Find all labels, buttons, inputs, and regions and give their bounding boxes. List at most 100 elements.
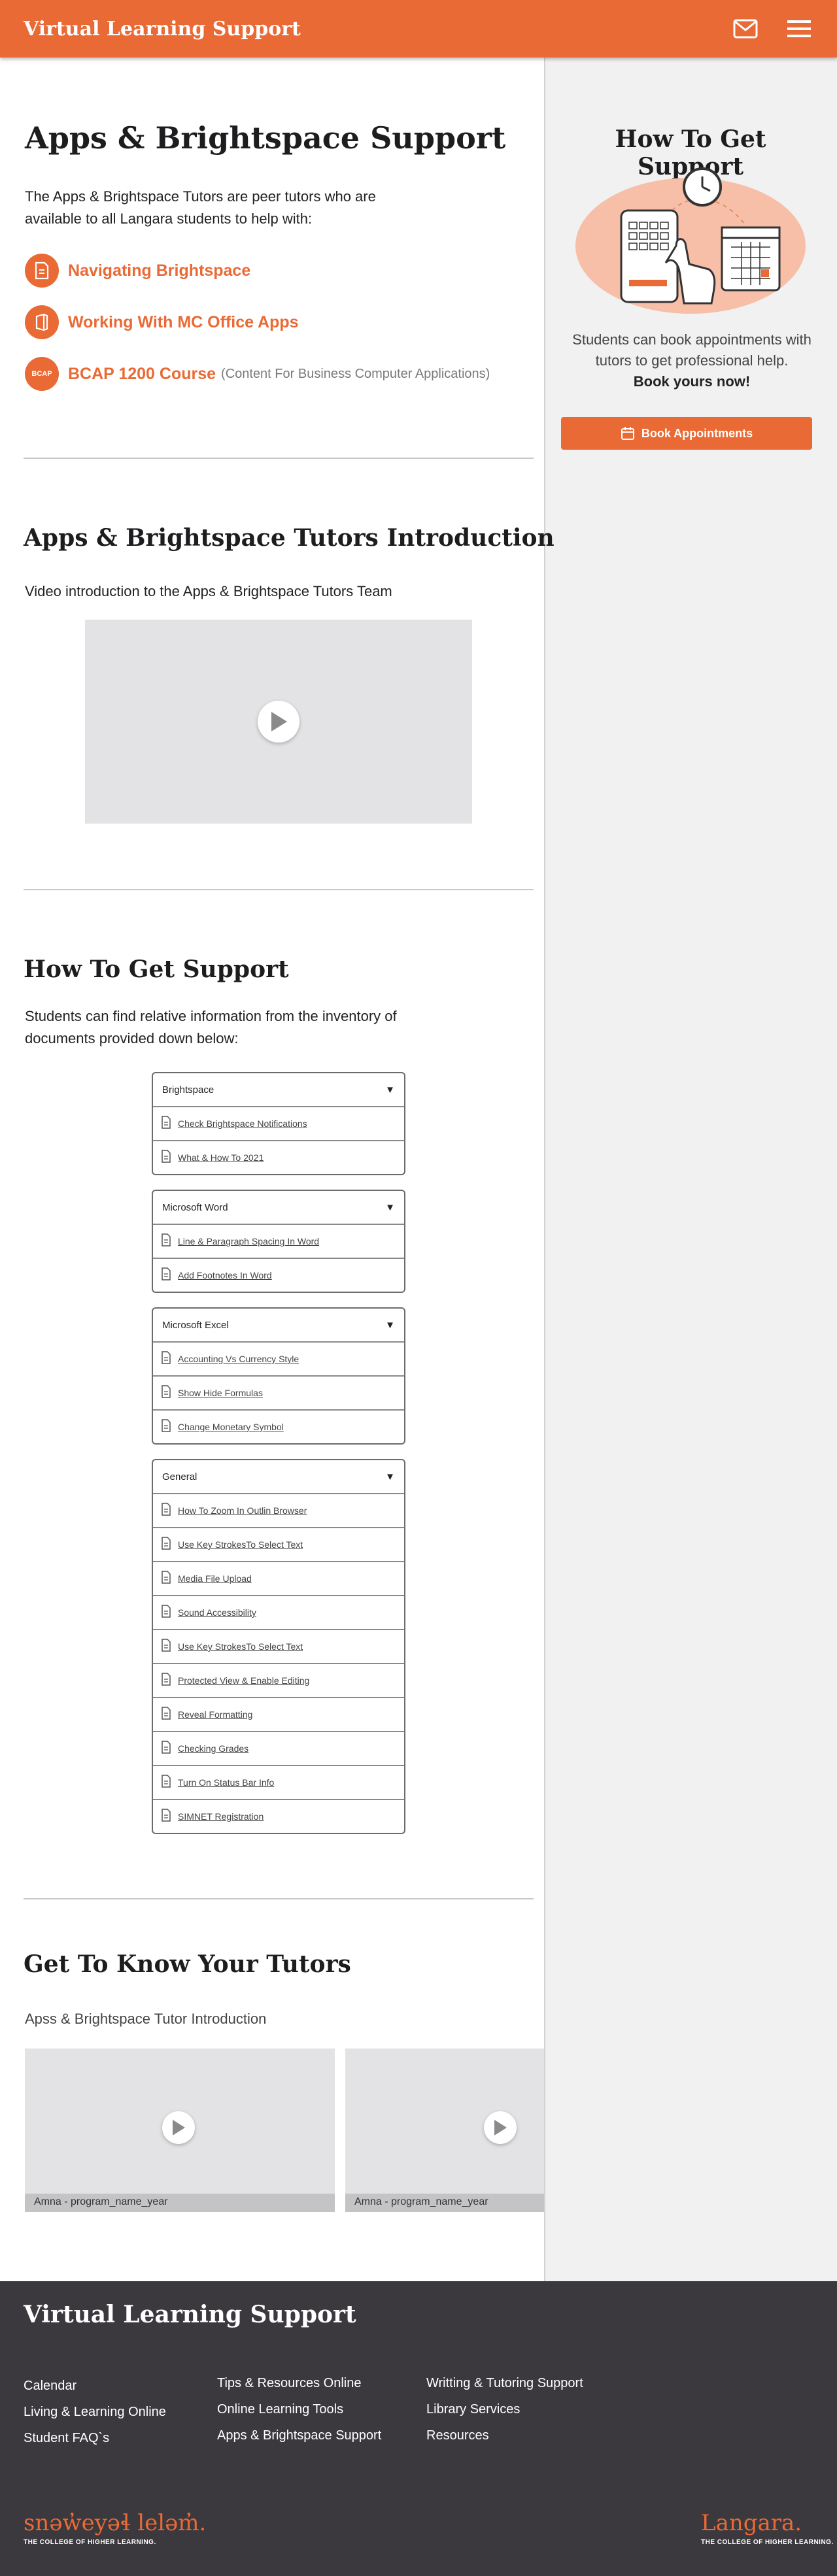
doc-link[interactable]: Reveal Formatting bbox=[153, 1697, 404, 1731]
sidebar-text-cta: Book yours now! bbox=[633, 373, 751, 390]
topic-label: Working With MC Office Apps bbox=[68, 312, 299, 331]
divider bbox=[24, 458, 534, 459]
footer-link[interactable]: Online Learning Tools bbox=[217, 2396, 381, 2422]
accordion-microsoft-excel: Microsoft Excel ▼ Accounting Vs Currency … bbox=[152, 1307, 405, 1445]
caret-down-icon: ▼ bbox=[385, 1084, 395, 1096]
document-icon bbox=[25, 254, 59, 288]
footer-link[interactable]: Library Services bbox=[426, 2396, 583, 2422]
file-icon bbox=[161, 1638, 171, 1655]
tutor-caption: Amna - program_name_year bbox=[25, 2194, 335, 2212]
topic-label: BCAP 1200 Course bbox=[68, 364, 216, 383]
accordion-header[interactable]: Microsoft Excel ▼ bbox=[153, 1309, 404, 1341]
caret-down-icon: ▼ bbox=[385, 1319, 395, 1331]
doc-link[interactable]: Protected View & Enable Editing bbox=[153, 1663, 404, 1697]
office-icon bbox=[25, 305, 59, 339]
footer-link[interactable]: Calendar bbox=[24, 2373, 166, 2399]
site-title[interactable]: Virtual Learning Support bbox=[24, 18, 706, 41]
snewayel-lelem-logo[interactable]: snəw̓eyəɬ leləm̓. THE COLLEGE OF HIGHER … bbox=[24, 2510, 206, 2546]
footer-column-2: Tips & Resources Online Online Learning … bbox=[217, 2370, 381, 2449]
file-icon bbox=[161, 1740, 171, 1757]
footer-column-1: Calendar Living & Learning Online Studen… bbox=[24, 2373, 166, 2451]
accordion-microsoft-word: Microsoft Word ▼ Line & Paragraph Spacing… bbox=[152, 1190, 405, 1293]
doc-link[interactable]: Line & Paragraph Spacing In Word bbox=[153, 1224, 404, 1258]
caret-down-icon: ▼ bbox=[385, 1471, 395, 1482]
tutors-subtitle: Apss & Brightspace Tutor Introduction bbox=[25, 2011, 267, 2027]
accordion-header[interactable]: Brightspace ▼ bbox=[153, 1073, 404, 1106]
doc-link[interactable]: Turn On Status Bar Info bbox=[153, 1765, 404, 1799]
book-appointments-button[interactable]: Book Appointments bbox=[561, 417, 812, 450]
doc-link[interactable]: Checking Grades bbox=[153, 1731, 404, 1765]
bcap-icon: BCAP bbox=[25, 357, 59, 391]
file-icon bbox=[161, 1774, 171, 1791]
divider bbox=[24, 889, 534, 890]
doc-link[interactable]: Use Key StrokesTo Select Text bbox=[153, 1629, 404, 1663]
support-text: Students can find relative information f… bbox=[25, 1008, 397, 1046]
file-icon bbox=[161, 1149, 171, 1166]
file-icon bbox=[161, 1418, 171, 1435]
play-icon[interactable] bbox=[484, 2111, 517, 2144]
doc-link[interactable]: Accounting Vs Currency Style bbox=[153, 1341, 404, 1375]
footer-link[interactable]: Writting & Tutoring Support bbox=[426, 2370, 583, 2396]
intro-video[interactable] bbox=[85, 620, 472, 824]
file-icon bbox=[161, 1808, 171, 1825]
file-icon bbox=[161, 1502, 171, 1519]
doc-link[interactable]: SIMNET Registration bbox=[153, 1799, 404, 1833]
intro-text: Video introduction to the Apps & Brights… bbox=[25, 583, 392, 599]
doc-link[interactable]: Add Footnotes In Word bbox=[153, 1258, 404, 1292]
footer-title: Virtual Learning Support bbox=[24, 2301, 356, 2328]
doc-link[interactable]: How To Zoom In Outlin Browser bbox=[153, 1493, 404, 1527]
file-icon bbox=[161, 1350, 171, 1367]
footer-link[interactable]: Apps & Brightspace Support bbox=[217, 2422, 381, 2449]
doc-link[interactable]: Sound Accessibility bbox=[153, 1595, 404, 1629]
file-icon bbox=[161, 1604, 171, 1621]
intro-title: Apps & Brightspace Tutors Introduction bbox=[24, 524, 555, 552]
booking-illustration bbox=[574, 165, 807, 320]
doc-link[interactable]: Show Hide Formulas bbox=[153, 1375, 404, 1409]
tutors-title: Get To Know Your Tutors bbox=[24, 1950, 351, 1978]
mail-icon[interactable] bbox=[731, 14, 760, 43]
doc-link[interactable]: Change Monetary Symbol bbox=[153, 1409, 404, 1443]
topic-label: Navigating Brightspace bbox=[68, 261, 251, 280]
hero-description: The Apps & Brightspace Tutors are peer t… bbox=[25, 188, 376, 227]
page-title: Apps & Brightspace Support bbox=[25, 120, 506, 156]
book-button-label: Book Appointments bbox=[641, 426, 753, 440]
file-icon bbox=[161, 1384, 171, 1401]
footer-link[interactable]: Student FAQ`s bbox=[24, 2425, 166, 2451]
topic-office-apps: Working With MC Office Apps bbox=[25, 305, 299, 339]
menu-icon[interactable] bbox=[785, 14, 813, 43]
accordion-header[interactable]: General ▼ bbox=[153, 1460, 404, 1493]
file-icon bbox=[161, 1706, 171, 1723]
site-footer: Virtual Learning Support Calendar Living… bbox=[0, 2281, 837, 2576]
accordion-general: General ▼ How To Zoom In Outlin Browser U… bbox=[152, 1459, 405, 1834]
site-header: Virtual Learning Support bbox=[0, 0, 837, 58]
calendar-icon bbox=[621, 426, 635, 441]
play-icon[interactable] bbox=[162, 2111, 195, 2144]
caret-down-icon: ▼ bbox=[385, 1201, 395, 1213]
langara-logo[interactable]: Langara. THE COLLEGE OF HIGHER LEARNING. bbox=[701, 2510, 834, 2546]
divider bbox=[24, 1898, 534, 1899]
footer-link[interactable]: Living & Learning Online bbox=[24, 2399, 166, 2425]
tutor-video-card[interactable]: Amna - program_name_year bbox=[345, 2049, 544, 2212]
support-title: How To Get Support bbox=[24, 956, 289, 983]
file-icon bbox=[161, 1570, 171, 1587]
sidebar-text: Students can book appointments with tuto… bbox=[561, 329, 823, 392]
footer-column-3: Writting & Tutoring Support Library Serv… bbox=[426, 2370, 583, 2449]
doc-link[interactable]: Media File Upload bbox=[153, 1561, 404, 1595]
topic-navigating-brightspace: Navigating Brightspace bbox=[25, 254, 250, 288]
accordion-brightspace: Brightspace ▼ Check Brightspace Notificat… bbox=[152, 1072, 405, 1175]
footer-link[interactable]: Resources bbox=[426, 2422, 583, 2449]
file-icon bbox=[161, 1115, 171, 1132]
topic-bcap: BCAP BCAP 1200 Course (Content For Busin… bbox=[25, 357, 490, 391]
doc-link[interactable]: Use Key StrokesTo Select Text bbox=[153, 1527, 404, 1561]
doc-link[interactable]: Check Brightspace Notifications bbox=[153, 1106, 404, 1140]
play-icon[interactable] bbox=[258, 701, 299, 743]
tutor-video-card[interactable]: Amna - program_name_year bbox=[25, 2049, 335, 2212]
file-icon bbox=[161, 1672, 171, 1689]
sidebar-text-body: Students can book appointments with tuto… bbox=[572, 331, 811, 369]
doc-link[interactable]: What & How To 2021 bbox=[153, 1140, 404, 1174]
accordion-header[interactable]: Microsoft Word ▼ bbox=[153, 1191, 404, 1224]
tutor-caption: Amna - program_name_year bbox=[345, 2194, 544, 2212]
footer-link[interactable]: Tips & Resources Online bbox=[217, 2370, 381, 2396]
file-icon bbox=[161, 1267, 171, 1284]
file-icon bbox=[161, 1233, 171, 1250]
